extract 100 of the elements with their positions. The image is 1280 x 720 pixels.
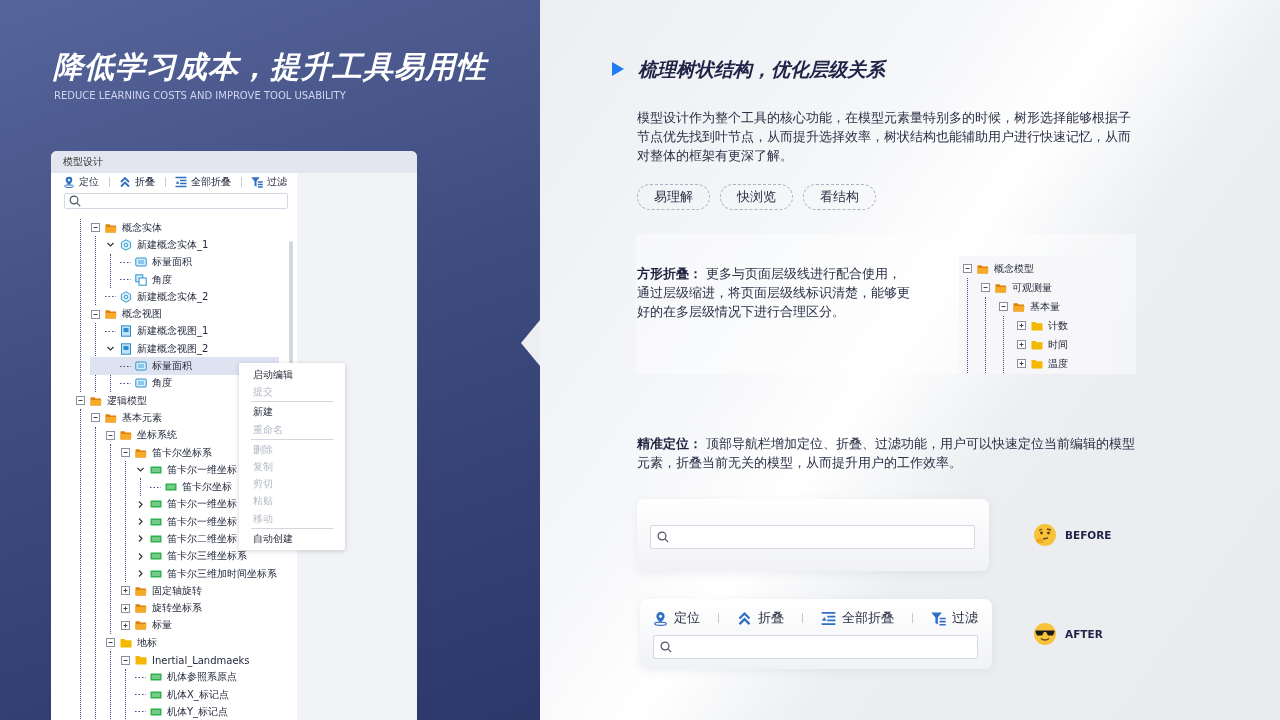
tree-item[interactable]: 概念实体 <box>90 219 297 237</box>
tree-item[interactable]: 新建概念视图_1 <box>105 322 297 341</box>
tree-item[interactable]: 标量面积 <box>120 253 297 271</box>
collapse-all-icon <box>175 176 187 188</box>
hero-title: 降低学习成本，提升工具易用性 <box>53 48 487 86</box>
tree-item[interactable]: 笛卡尔三维加时间坐标系 <box>135 564 297 583</box>
tree-label: 时间 <box>1048 337 1068 352</box>
document-icon <box>120 342 132 355</box>
hexagon-icon <box>120 290 132 303</box>
tree-item[interactable]: 固定轴旋转 <box>120 582 297 600</box>
open-folder-icon <box>1013 300 1025 313</box>
comparison-label: AFTER <box>1065 628 1103 640</box>
feature-description: 精准定位： 顶部导航栏增加定位、折叠、过滤功能，用户可以快速定位当前编辑的模型元素，折叠当前无关的模型，从而提升用户的工作效率。 <box>637 435 1136 472</box>
open-folder-icon <box>977 262 989 275</box>
folder-icon <box>1031 338 1043 351</box>
folder-icon <box>120 636 132 649</box>
tree-connector <box>135 710 146 714</box>
tree-item[interactable]: 角度 <box>120 270 297 289</box>
coordinate-icon <box>150 550 162 563</box>
open-folder-icon <box>105 411 117 424</box>
tree-connector <box>105 295 116 299</box>
tree-label: 新建概念实体_2 <box>137 289 209 304</box>
tree-label: 角度 <box>152 272 172 287</box>
tree-item[interactable]: 新建概念实体_1 <box>105 236 297 254</box>
open-folder-icon <box>90 394 102 407</box>
tree-item[interactable]: 新建概念实体_2 <box>105 288 297 306</box>
intro-paragraph: 模型设计作为整个工具的核心功能，在模型元素量特别多的时候，树形选择能够根据子节点优先找到叶节点，从而提升选择效率，树状结构也能辅助用户进行快速记忆，从而对整体的框架有更深了解。 <box>637 109 1132 165</box>
toolbar-button[interactable]: 定位 <box>653 609 700 627</box>
tree-item[interactable]: 可观测量 <box>980 278 1109 297</box>
search-field[interactable] <box>650 525 975 549</box>
tree-item[interactable]: 概念模型 <box>962 259 1109 278</box>
tree-item[interactable]: 机体X_标记点 <box>135 686 297 704</box>
tree-label: 标量 <box>152 618 172 633</box>
tree-label: 新建概念实体_1 <box>137 237 209 252</box>
document-icon <box>120 325 132 338</box>
tree-item[interactable]: 基本量 <box>998 297 1109 316</box>
tree-label: 笛卡尔一维坐标 <box>167 462 237 477</box>
search-icon <box>69 195 81 207</box>
menu-item[interactable]: 新建 <box>239 403 345 421</box>
open-folder-icon <box>105 221 117 234</box>
tree-connector <box>150 485 161 489</box>
tree-label: 概念视图 <box>122 307 162 322</box>
tree-connector <box>120 260 131 264</box>
toolbar-button[interactable]: 过滤 <box>251 175 287 189</box>
tree-item[interactable]: 地标 <box>105 634 297 652</box>
thinking-face-icon <box>1033 523 1057 547</box>
tree-label: 新建概念视图_2 <box>137 341 209 356</box>
filter-icon <box>931 610 946 626</box>
tree-item[interactable]: 温度 <box>1016 354 1109 373</box>
toolbar-button[interactable]: 定位 <box>63 175 99 189</box>
tree-item[interactable]: 笛卡尔三维坐标系 <box>135 547 297 565</box>
tree-label: 标量面积 <box>152 359 192 373</box>
tree-item[interactable]: 机体Y_标记点 <box>135 703 297 720</box>
pointer-notch <box>521 320 540 366</box>
tree-label: 笛卡尔坐标 <box>182 480 232 495</box>
field-icon <box>135 360 147 372</box>
field-icon <box>135 377 147 390</box>
tree-label: 坐标系统 <box>137 428 177 443</box>
tree-item[interactable]: 机体参照系原点 <box>135 668 297 686</box>
tree-connector <box>120 278 131 282</box>
tree-item[interactable]: 标量 <box>120 616 297 635</box>
toolbar-button[interactable]: 折叠 <box>737 609 784 627</box>
tree-label: 笛卡尔一维坐标 <box>167 514 237 529</box>
menu-item[interactable]: 自动创建 <box>239 529 345 547</box>
toolbar-button[interactable]: 过滤 <box>931 609 978 627</box>
coordinate-icon <box>165 481 177 494</box>
tree-label: 地标 <box>137 635 157 650</box>
location-pin-icon <box>653 610 668 626</box>
tree-label: 旋转坐标系 <box>152 601 202 616</box>
tree-item[interactable]: 新建概念视图_2 <box>105 340 297 358</box>
open-folder-icon <box>135 446 147 459</box>
folder-icon <box>1031 319 1043 332</box>
toolbar-button[interactable]: 全部折叠 <box>175 175 231 189</box>
filter-icon <box>251 176 263 188</box>
toolbar-button[interactable]: 全部折叠 <box>821 609 894 627</box>
search-field[interactable] <box>653 635 978 659</box>
open-folder-icon <box>135 584 147 597</box>
tree-connector <box>135 693 146 697</box>
open-folder-icon <box>135 619 147 632</box>
tree-connector <box>105 329 116 333</box>
search-field[interactable] <box>64 193 288 209</box>
tree-label: 笛卡尔一维坐标 <box>167 497 237 512</box>
tree-item[interactable]: Inertial_Landmaeks <box>120 651 297 669</box>
tree-item[interactable]: 概念视图 <box>90 305 297 323</box>
hero-subtitle: REDUCE LEARNING COSTS AND IMPROVE TOOL USABILITY <box>54 90 346 101</box>
tree-label: 概念模型 <box>994 261 1034 276</box>
tree-label: 概念实体 <box>122 220 162 235</box>
tree-connector <box>120 381 131 385</box>
tree-item[interactable]: 旋转坐标系 <box>120 599 297 617</box>
tree-item[interactable]: 时间 <box>1016 335 1109 354</box>
toolbar-button[interactable]: 折叠 <box>119 175 155 189</box>
panel-title: 模型设计 <box>51 151 417 173</box>
folder-icon <box>1031 357 1043 370</box>
double-chevron-up-icon <box>119 176 131 188</box>
tree-connector <box>120 364 131 368</box>
tree-label: 笛卡尔三维坐标系 <box>167 549 247 564</box>
tree-item[interactable]: 计数 <box>1016 316 1109 335</box>
tree-label: 计数 <box>1048 318 1068 333</box>
tree-label: 基本量 <box>1030 299 1060 314</box>
search-icon <box>660 641 672 653</box>
